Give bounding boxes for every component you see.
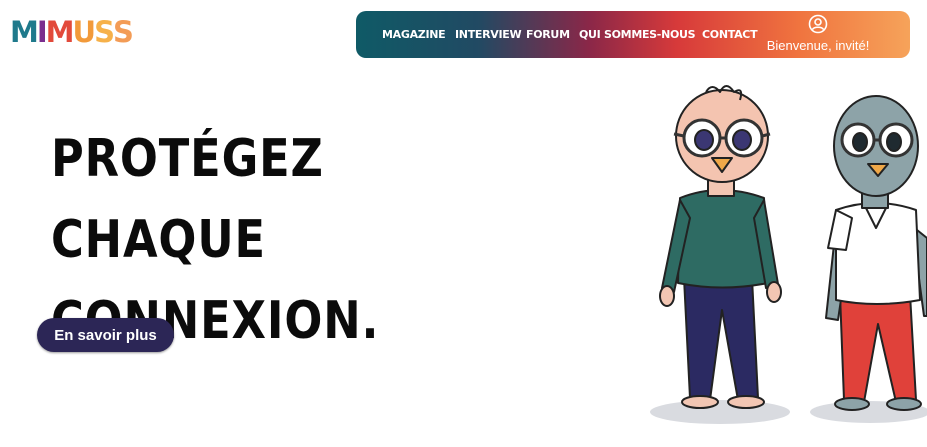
user-greeting: Bienvenue, invité! bbox=[766, 38, 870, 53]
site-logo[interactable]: MIMUSS bbox=[10, 14, 134, 50]
main-navbar: MAGAZINE INTERVIEW FORUM QUI SOMMES-NOUS… bbox=[356, 11, 910, 58]
learn-more-button[interactable]: En savoir plus bbox=[37, 318, 174, 352]
logo-letter: I bbox=[36, 15, 48, 49]
character-right bbox=[825, 95, 927, 411]
logo-letter: S bbox=[94, 15, 115, 49]
shadow-left bbox=[650, 400, 790, 424]
hero-headline-line1: PROTÉGEZ CHAQUE bbox=[51, 129, 324, 270]
nav-link-forum[interactable]: FORUM bbox=[526, 28, 570, 42]
nav-link-interview[interactable]: INTERVIEW bbox=[455, 28, 522, 42]
nav-link-contact[interactable]: CONTACT bbox=[702, 28, 758, 42]
logo-letter: M bbox=[45, 15, 75, 49]
user-icon bbox=[808, 14, 828, 34]
logo-letter: S bbox=[112, 15, 134, 49]
character-left bbox=[659, 85, 782, 409]
logo-letter: U bbox=[72, 15, 97, 49]
hero-illustration bbox=[650, 85, 927, 424]
nav-link-magazine[interactable]: MAGAZINE bbox=[382, 28, 446, 42]
user-account-menu[interactable]: Bienvenue, invité! bbox=[762, 13, 874, 57]
logo-letter: M bbox=[10, 15, 39, 49]
nav-link-qui-sommes-nous[interactable]: QUI SOMMES-NOUS bbox=[579, 28, 696, 42]
